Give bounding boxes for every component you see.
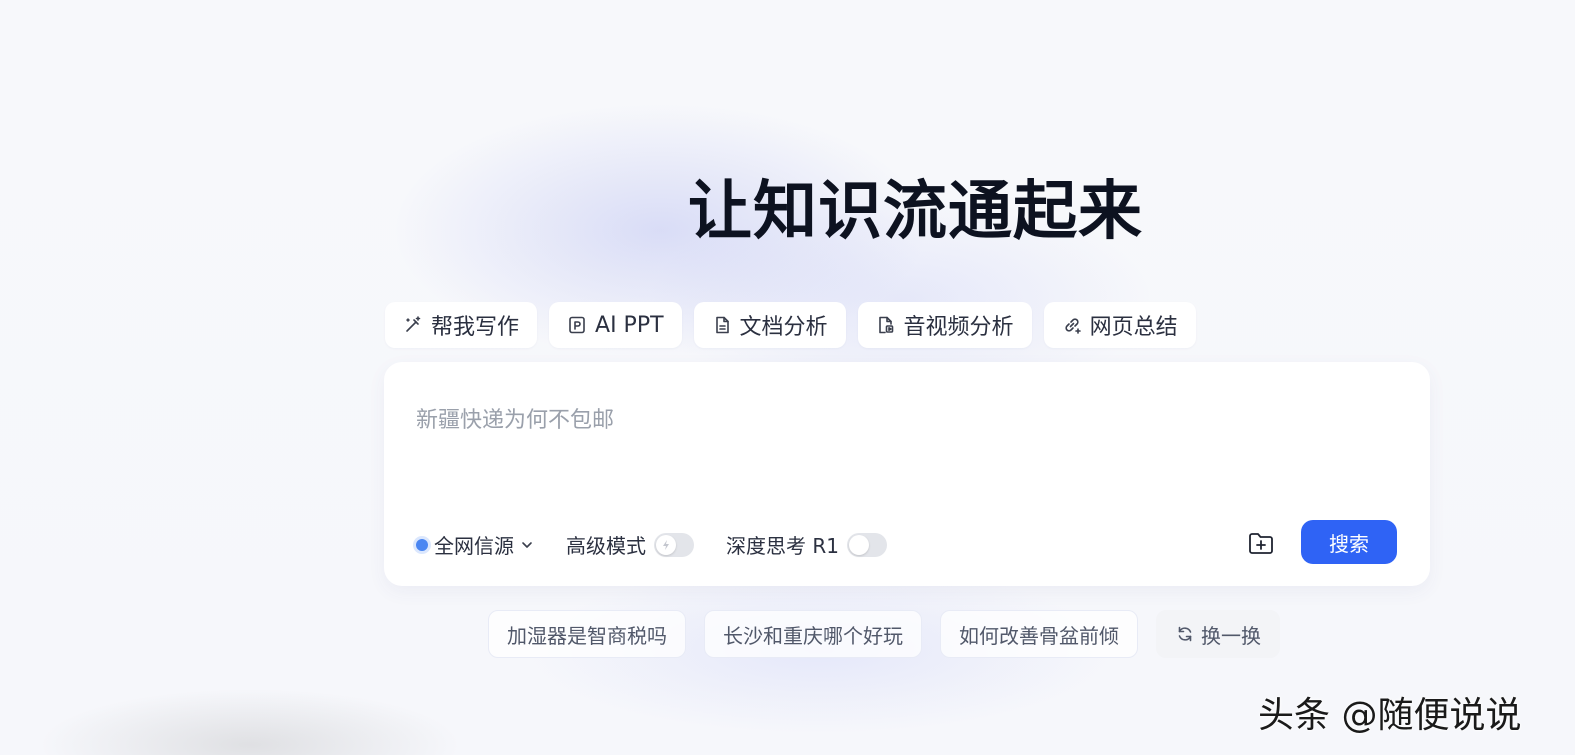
tool-writing-label: 帮我写作: [431, 315, 520, 340]
refresh-label: 换一换: [1201, 623, 1261, 648]
deep-think-toggle[interactable]: [846, 532, 887, 557]
deep-think-group: 深度思考 R1: [726, 530, 887, 559]
search-controls: 全网信源 高级模式 深度思考 R1: [416, 530, 887, 559]
source-label: 全网信源: [434, 534, 514, 558]
tool-ai-ppt-button[interactable]: AI PPT: [549, 302, 682, 348]
deep-think-label: 深度思考 R1: [726, 534, 839, 558]
tool-doc-analysis-button[interactable]: 文档分析: [693, 302, 846, 348]
source-dot-icon: [416, 538, 428, 551]
refresh-icon: [1178, 626, 1192, 642]
suggestion-item[interactable]: 长沙和重庆哪个好玩: [704, 610, 922, 658]
advanced-mode-toggle[interactable]: [654, 532, 694, 557]
tool-bar: 帮我写作 AI PPT 文档分析 音视频分析 网页总结: [385, 302, 1196, 348]
search-input[interactable]: 新疆快递为何不包邮: [416, 402, 614, 434]
chevron-down-icon: [522, 541, 532, 548]
tool-writing-button[interactable]: 帮我写作: [385, 302, 538, 348]
link-icon: [1064, 318, 1081, 334]
source-selector[interactable]: 全网信源: [416, 530, 534, 559]
magic-pen-icon: [406, 316, 421, 332]
tool-web-summary-button[interactable]: 网页总结: [1043, 302, 1196, 348]
tool-media-analysis-label: 音视频分析: [903, 315, 1014, 340]
page-title: 让知识流通起来: [688, 175, 1143, 249]
suggestion-item[interactable]: 加湿器是智商税吗: [488, 610, 686, 658]
suggestion-list: 加湿器是智商税吗 长沙和重庆哪个好玩 如何改善骨盆前倾 换一换: [488, 610, 1280, 658]
ppt-file-icon: [569, 316, 585, 334]
advanced-mode-label: 高级模式: [566, 534, 646, 558]
deep-think-knob: [848, 534, 869, 555]
tool-web-summary-label: 网页总结: [1089, 315, 1178, 340]
tool-ai-ppt-label: AI PPT: [595, 312, 664, 338]
advanced-mode-group: 高级模式: [566, 530, 694, 559]
document-icon: [715, 316, 729, 334]
lightning-icon: [663, 539, 669, 550]
watermark: 头条 @随便说说: [1258, 695, 1522, 736]
upload-file-button[interactable]: [1246, 528, 1276, 558]
media-file-icon: [878, 316, 893, 334]
refresh-suggestions-button[interactable]: 换一换: [1156, 610, 1280, 658]
advanced-mode-knob: [656, 534, 676, 555]
suggestion-item[interactable]: 如何改善骨盆前倾: [940, 610, 1138, 658]
search-button[interactable]: 搜索: [1301, 520, 1397, 564]
search-panel: 新疆快递为何不包邮 全网信源 高级模式 深度思考 R1 搜索: [384, 362, 1430, 586]
tool-media-analysis-button[interactable]: 音视频分析: [857, 302, 1032, 348]
folder-add-icon: [1249, 533, 1273, 554]
tool-doc-analysis-label: 文档分析: [739, 315, 828, 340]
